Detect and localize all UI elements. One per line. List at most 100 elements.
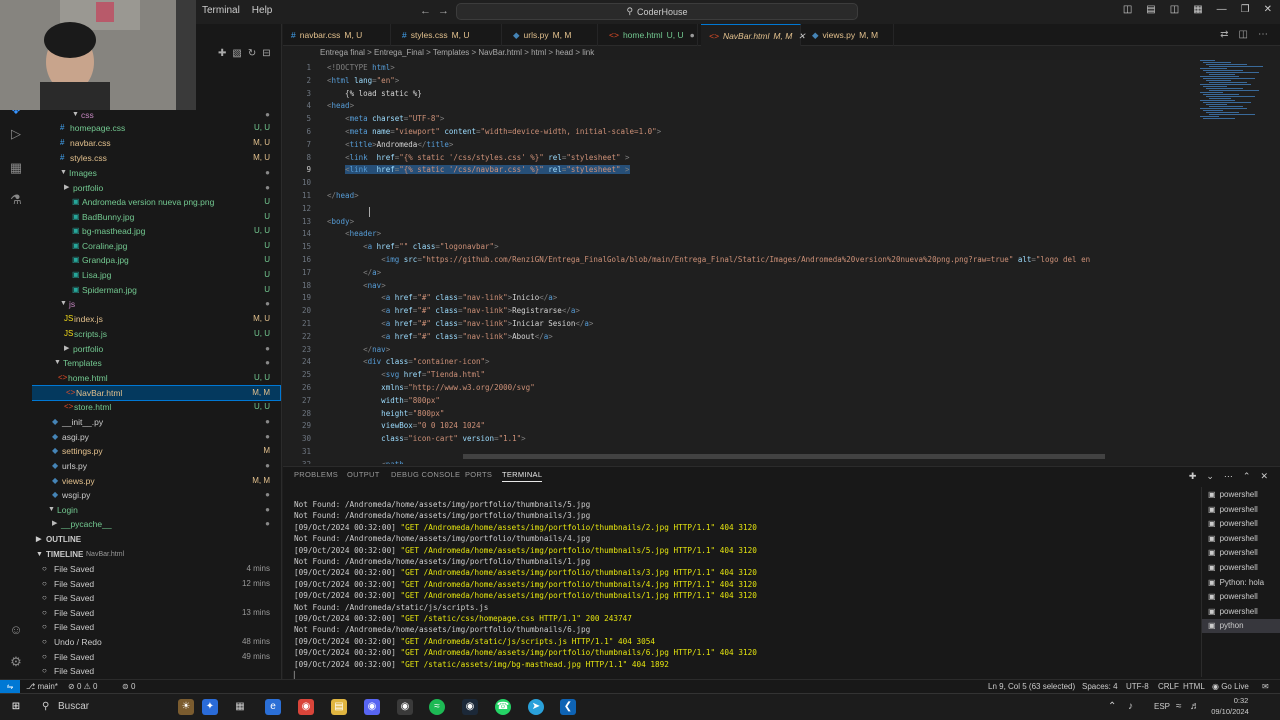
maximize-panel-icon[interactable]: ⌃ <box>1243 471 1251 482</box>
tree-item-img[interactable]: ▣ Lisa.jpg U <box>32 268 280 282</box>
settings-gear-icon[interactable]: ⚙ <box>8 654 24 670</box>
timeline-entry[interactable]: ○ File Saved <box>32 620 280 634</box>
extensions-icon[interactable]: ▦ <box>8 160 24 176</box>
code-line[interactable]: 1 <!DOCTYPE html> <box>283 61 1193 74</box>
tree-item-js[interactable]: JS scripts.js U, U <box>32 327 280 341</box>
tree-item-folder[interactable]: ▼ js ● <box>32 297 280 311</box>
tree-item-folder[interactable]: ▶ __pycache__ ● <box>32 517 280 531</box>
code-line[interactable]: 23 </nav> <box>283 343 1193 356</box>
timeline-entry[interactable]: ○ File Saved 4 mins <box>32 562 280 576</box>
timeline-entry[interactable]: ○ File Saved 13 mins <box>32 606 280 620</box>
spotify-icon[interactable]: ≈ <box>429 699 445 715</box>
collapse-all-icon[interactable]: ⊟ <box>262 48 270 59</box>
encoding[interactable]: UTF-8 <box>1126 680 1149 694</box>
tree-item-py[interactable]: ◆ urls.py ● <box>32 459 280 473</box>
code-line[interactable]: 18 <nav> <box>283 279 1193 292</box>
code-line[interactable]: 25 <svg href="Tienda.html" <box>283 368 1193 381</box>
task-view-icon[interactable]: ▦ <box>232 699 248 715</box>
code-line[interactable]: 29 viewBox="0 0 1024 1024" <box>283 419 1193 432</box>
tree-item-img[interactable]: ▣ bg-masthead.jpg U, U <box>32 224 280 238</box>
tree-item-html[interactable]: <> store.html U, U <box>32 400 280 414</box>
tree-item-html[interactable]: <> home.html U, U <box>32 371 280 385</box>
chevron-down-icon[interactable]: ⌄ <box>1206 471 1214 482</box>
more-actions-icon[interactable]: ⋯ <box>1258 29 1268 40</box>
horizontal-scrollbar[interactable] <box>463 454 1105 459</box>
terminal-instance[interactable]: ▣ powershell <box>1202 546 1280 560</box>
code-line[interactable]: 3 {% load static %} <box>283 87 1193 100</box>
forward-arrow-icon[interactable]: → <box>438 5 449 17</box>
tray-chevron-icon[interactable]: ⌃ <box>1108 701 1116 712</box>
code-line[interactable]: 2 <html lang="en"> <box>283 74 1193 87</box>
terminal-instance[interactable]: ▣ powershell <box>1202 590 1280 604</box>
code-line[interactable]: 28 height="800px" <box>283 407 1193 420</box>
restore-button[interactable]: ❐ <box>1241 4 1250 15</box>
back-arrow-icon[interactable]: ← <box>420 5 431 17</box>
line-ending[interactable]: CRLF <box>1158 680 1179 694</box>
code-line[interactable]: 10 <box>283 176 1193 189</box>
terminal-instance[interactable]: ▣ powershell <box>1202 605 1280 619</box>
tree-item-img[interactable]: ▣ Andromeda version nueva png.png U <box>32 195 280 209</box>
more-actions-icon[interactable]: ⋯ <box>1224 471 1233 482</box>
code-line[interactable]: 7 <title>Andromeda</title> <box>283 138 1193 151</box>
account-icon[interactable]: ☺ <box>8 622 24 638</box>
tree-item-folder[interactable]: ▼ Images ● <box>32 166 280 180</box>
panel-tab-ports[interactable]: PORTS <box>465 470 492 479</box>
terminal-instance[interactable]: ▣ python <box>1202 619 1280 634</box>
run-debug-icon[interactable]: ▷ <box>8 126 24 142</box>
tab-navbar-css[interactable]: # navbar.css M, U <box>283 24 391 46</box>
terminal-instance[interactable]: ▣ powershell <box>1202 503 1280 517</box>
code-line[interactable]: 8 <link href="{% static '/css/styles.css… <box>283 151 1193 164</box>
code-line[interactable]: 4 <head> <box>283 99 1193 112</box>
timeline-entry[interactable]: ○ Undo / Redo 48 mins <box>32 635 280 649</box>
command-center-search[interactable]: ⚲ CoderHouse <box>456 3 858 20</box>
tab-urls-py[interactable]: ◆ urls.py M, M <box>505 24 598 46</box>
terminal-instance[interactable]: ▣ powershell <box>1202 532 1280 546</box>
code-line[interactable]: 19 <a href="#" class="nav-link">Inicio</… <box>283 291 1193 304</box>
compare-icon[interactable]: ⇄ <box>1220 29 1228 40</box>
minimap[interactable] <box>1200 60 1270 126</box>
language-indicator[interactable]: ESP <box>1154 702 1170 711</box>
notifications-icon[interactable]: ✉ <box>1262 680 1269 694</box>
timeline-entry[interactable]: ○ File Saved 12 mins <box>32 577 280 591</box>
chrome-icon[interactable]: ◉ <box>298 699 314 715</box>
new-terminal-icon[interactable]: ✚ <box>1189 471 1197 482</box>
tree-item-folder[interactable]: ▼ Templates ● <box>32 356 280 370</box>
new-file-icon[interactable]: ✚ <box>218 48 226 59</box>
timeline-entry[interactable]: ○ File Saved 49 mins <box>32 650 280 664</box>
split-editor-icon[interactable]: ◫ <box>1239 29 1248 40</box>
search-icon[interactable]: ⚲ <box>42 701 49 712</box>
tree-item-folder[interactable]: ▶ portfolio ● <box>32 342 280 356</box>
menu-help[interactable]: Help <box>246 5 279 16</box>
widget-icon[interactable]: ☀ <box>178 699 194 715</box>
cursor-position[interactable]: Ln 9, Col 5 (63 selected) <box>988 680 1075 694</box>
code-line[interactable]: 11 </head> <box>283 189 1193 202</box>
panel-tab-debug-console[interactable]: DEBUG CONSOLE <box>391 470 460 479</box>
timeline-section[interactable]: ▼ TIMELINE NavBar.html <box>32 548 280 562</box>
code-line[interactable]: 17 </a> <box>283 266 1193 279</box>
indentation[interactable]: Spaces: 4 <box>1082 680 1118 694</box>
tree-item-py[interactable]: ◆ __init__.py ● <box>32 415 280 429</box>
terminal-instance[interactable]: ▣ powershell <box>1202 561 1280 575</box>
volume-icon[interactable]: ♬ <box>1190 701 1200 712</box>
branch-indicator[interactable]: ⎇ main* <box>26 680 58 694</box>
clock-time[interactable]: 0:32 <box>1224 696 1258 705</box>
code-line[interactable]: 20 <a href="#" class="nav-link">Registra… <box>283 304 1193 317</box>
new-folder-icon[interactable]: ▧ <box>232 48 241 59</box>
microphone-icon[interactable]: ♪ <box>1128 701 1133 712</box>
wifi-icon[interactable]: ≈ <box>1176 701 1182 712</box>
windows-start-icon[interactable]: ⊞ <box>8 699 24 715</box>
tree-item-css[interactable]: # navbar.css M, U <box>32 136 280 150</box>
file-explorer-icon[interactable]: ▤ <box>331 699 347 715</box>
layout-sidebar-icon[interactable]: ◫ <box>1123 4 1132 15</box>
close-panel-icon[interactable]: ✕ <box>1260 471 1268 482</box>
breadcrumb[interactable]: Entrega final > Entrega_Final > Template… <box>320 48 594 60</box>
outline-section[interactable]: ▶ OUTLINE <box>32 533 280 547</box>
code-line[interactable]: 30 class="icon-cart" version="1.1"> <box>283 432 1193 445</box>
telegram-icon[interactable]: ➤ <box>528 699 544 715</box>
tree-item-html[interactable]: <> NavBar.html M, M <box>32 385 281 401</box>
language-mode[interactable]: HTML <box>1183 680 1205 694</box>
code-line[interactable]: 9 <link href="{% static '/css/navbar.css… <box>283 163 1193 176</box>
panel-tab-output[interactable]: OUTPUT <box>347 470 380 479</box>
tab-styles-css[interactable]: # styles.css M, U <box>394 24 502 46</box>
timeline-entry[interactable]: ○ File Saved <box>32 664 280 678</box>
